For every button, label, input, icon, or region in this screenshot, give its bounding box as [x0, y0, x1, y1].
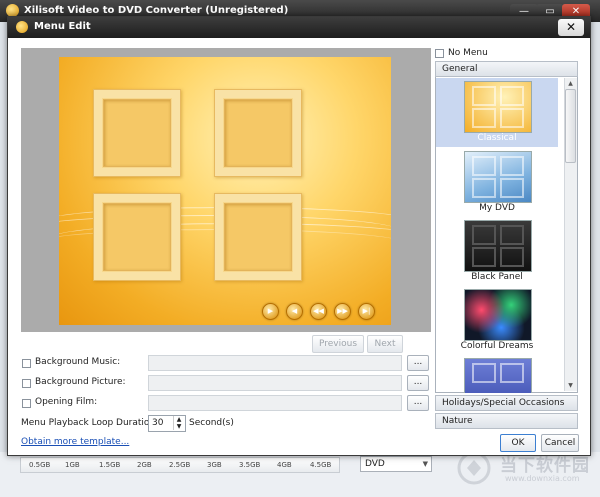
- thumb-frame: [472, 363, 496, 383]
- chapter-frame[interactable]: [93, 89, 181, 177]
- category-general[interactable]: General: [435, 61, 578, 77]
- thumb-frame: [500, 363, 524, 383]
- menu-edit-dialog: Menu Edit ✕ ▶ ◀ ◀◀ ▶▶ ▶| Previous Next B…: [7, 16, 591, 456]
- thumb-frame: [472, 178, 496, 198]
- thumb-frame: [500, 108, 524, 128]
- thumb-frame: [500, 178, 524, 198]
- menu-preview-canvas[interactable]: ▶ ◀ ◀◀ ▶▶ ▶|: [59, 57, 391, 325]
- opening-film-checkbox[interactable]: [22, 399, 31, 408]
- chapter-frame[interactable]: [214, 89, 302, 177]
- background-picture-label: Background Picture:: [35, 377, 126, 387]
- chapter-thumbnail: [224, 99, 292, 167]
- template-item-black-panel[interactable]: Black Panel: [436, 217, 558, 286]
- next-button[interactable]: Next: [367, 335, 403, 353]
- chevron-down-icon: ▼: [422, 460, 428, 468]
- thumb-frame: [500, 86, 524, 106]
- template-label: Colorful Dreams: [460, 341, 534, 351]
- dialog-app-icon: [16, 21, 28, 33]
- fast-forward-icon[interactable]: ▶▶: [334, 303, 351, 320]
- ruler-label: 2GB: [137, 461, 152, 469]
- ruler-label: 2.5GB: [169, 461, 191, 469]
- template-label: Classical: [477, 133, 517, 143]
- ruler-label: 4.5GB: [310, 461, 332, 469]
- loop-duration-value: 30: [152, 418, 164, 428]
- background-picture-browse-button[interactable]: ...: [407, 375, 429, 391]
- rewind-icon[interactable]: ◀◀: [310, 303, 327, 320]
- background-music-field[interactable]: [148, 355, 402, 371]
- loop-duration-unit: Second(s): [189, 418, 234, 428]
- opening-film-browse-button[interactable]: ...: [407, 395, 429, 411]
- loop-duration-label: Menu Playback Loop Duration:: [21, 418, 159, 428]
- template-thumbnail: [464, 151, 532, 203]
- background-picture-checkbox[interactable]: [22, 379, 31, 388]
- format-select-value: DVD: [365, 459, 385, 469]
- menu-preview-area: ▶ ◀ ◀◀ ▶▶ ▶|: [21, 48, 431, 332]
- thumb-frame: [472, 108, 496, 128]
- stepper-arrows-icon[interactable]: ▲ ▼: [173, 416, 184, 430]
- template-label: My DVD: [479, 203, 515, 213]
- thumb-frame: [472, 156, 496, 176]
- cancel-button[interactable]: Cancel: [541, 434, 579, 452]
- template-list[interactable]: Classical My DVD Black Panel Colorful Dr…: [435, 61, 578, 393]
- template-item-classical[interactable]: Classical: [436, 78, 558, 147]
- chapter-thumbnail: [224, 203, 292, 271]
- template-item-partial[interactable]: [436, 355, 558, 393]
- ruler-label: 0.5GB: [29, 461, 51, 469]
- background-picture-field[interactable]: [148, 375, 402, 391]
- thumb-frame: [472, 86, 496, 106]
- dialog-titlebar: [8, 17, 590, 38]
- chapter-thumbnail: [103, 203, 171, 271]
- dialog-title: Menu Edit: [34, 21, 91, 32]
- thumb-frame: [500, 225, 524, 245]
- ruler-label: 1.5GB: [99, 461, 121, 469]
- ruler-label: 4GB: [277, 461, 292, 469]
- format-select[interactable]: DVD ▼: [360, 456, 432, 472]
- chapter-frame[interactable]: [93, 193, 181, 281]
- previous-button[interactable]: Previous: [312, 335, 364, 353]
- no-menu-checkbox[interactable]: [435, 49, 444, 58]
- ruler-label: 1GB: [65, 461, 80, 469]
- ruler-label: 3GB: [207, 461, 222, 469]
- background-music-label: Background Music:: [35, 357, 121, 367]
- category-nature[interactable]: Nature: [435, 413, 578, 429]
- loop-duration-stepper[interactable]: 30 ▲ ▼: [148, 415, 186, 432]
- watermark-subtext: www.downxia.com: [505, 474, 580, 483]
- chapter-thumbnail: [103, 99, 171, 167]
- opening-film-field[interactable]: [148, 395, 402, 411]
- thumb-frame: [500, 156, 524, 176]
- disc-capacity-ruler: 0.5GB 1GB 1.5GB 2GB 2.5GB 3GB 3.5GB 4GB …: [20, 457, 340, 473]
- template-item-colorful-dreams[interactable]: Colorful Dreams: [436, 286, 558, 355]
- dialog-close-button[interactable]: ✕: [558, 19, 584, 36]
- ruler-label: 3.5GB: [239, 461, 261, 469]
- app-title: Xilisoft Video to DVD Converter (Unregis…: [24, 5, 289, 16]
- thumb-frame: [500, 247, 524, 267]
- scrollbar-thumb[interactable]: [565, 89, 576, 163]
- no-menu-label: No Menu: [448, 48, 488, 58]
- background-music-browse-button[interactable]: ...: [407, 355, 429, 371]
- play-icon[interactable]: ▶: [262, 303, 279, 320]
- template-thumbnail: [464, 81, 532, 133]
- next-icon[interactable]: ▶|: [358, 303, 375, 320]
- background-music-checkbox[interactable]: [22, 359, 31, 368]
- ok-button[interactable]: OK: [500, 434, 536, 452]
- template-thumbnail: [464, 220, 532, 272]
- previous-icon[interactable]: ◀: [286, 303, 303, 320]
- category-holidays[interactable]: Holidays/Special Occasions: [435, 395, 578, 411]
- thumb-frame: [472, 247, 496, 267]
- opening-film-label: Opening Film:: [35, 397, 98, 407]
- more-templates-link[interactable]: Obtain more template...: [21, 437, 129, 447]
- scroll-up-icon[interactable]: ▲: [565, 79, 576, 89]
- template-thumbnail: [464, 358, 532, 393]
- thumb-frame: [472, 225, 496, 245]
- template-item-my-dvd[interactable]: My DVD: [436, 148, 558, 217]
- chapter-frame[interactable]: [214, 193, 302, 281]
- template-label: Black Panel: [471, 272, 523, 282]
- scroll-down-icon[interactable]: ▼: [565, 381, 576, 391]
- template-thumbnail: [464, 289, 532, 341]
